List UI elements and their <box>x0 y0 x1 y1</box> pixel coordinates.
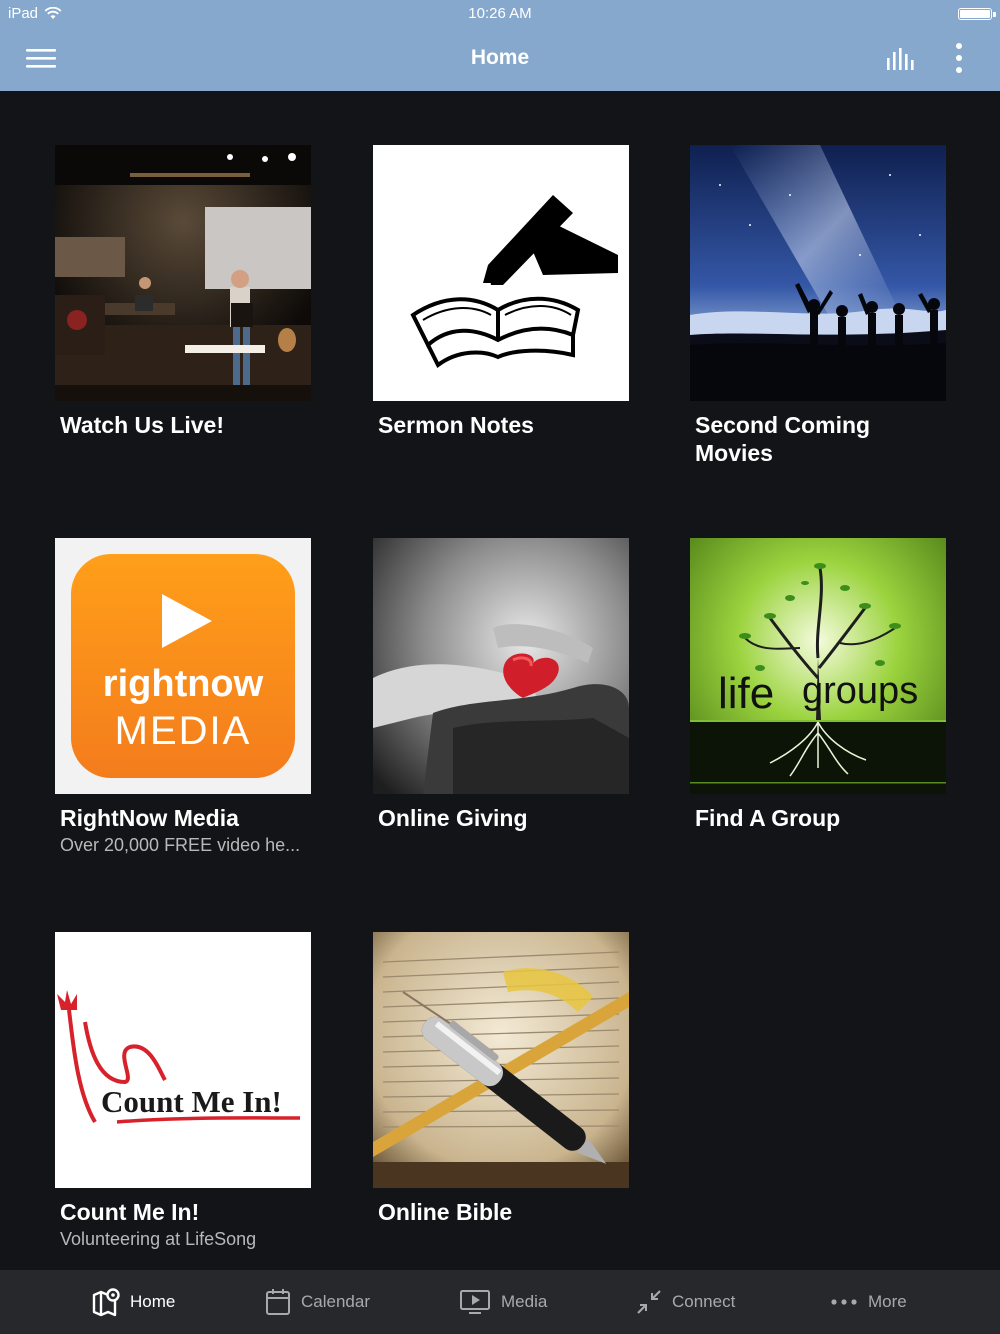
media-logo-word: MEDIA <box>115 709 252 753</box>
tab-connect[interactable]: Connect <box>636 1270 735 1334</box>
tile-subtitle: Over 20,000 FREE video he... <box>60 835 301 855</box>
tab-bar: Home Calendar Media Connect More <box>0 1270 1000 1334</box>
count-me-in-logo: Count Me In! <box>55 932 311 1188</box>
tile-second-coming-movies[interactable]: Second Coming Movies <box>690 145 946 467</box>
more-options-button[interactable] <box>948 42 970 74</box>
tile-online-bible[interactable]: Online Bible <box>373 932 629 1226</box>
count-me-in-logo-text: Count Me In! <box>101 1084 282 1119</box>
tile-sermon-notes[interactable]: Sermon Notes <box>373 145 629 439</box>
groups-logo-word: groups <box>802 670 918 712</box>
tile-find-a-group[interactable]: life groups Find A Group <box>690 538 946 832</box>
vertical-ellipsis-icon <box>956 43 962 73</box>
book-and-pen-image <box>373 145 629 401</box>
status-bar: iPad 10:26 AM <box>0 0 1000 28</box>
battery-icon <box>958 8 996 20</box>
tile-subtitle: Volunteering at LifeSong <box>60 1229 257 1249</box>
tab-home[interactable]: Home <box>92 1270 175 1334</box>
stage-photo <box>55 145 311 401</box>
tile-rightnow-media[interactable]: rightnow MEDIA RightNow Media Over 20,00… <box>55 538 311 856</box>
play-screen-icon <box>459 1289 491 1315</box>
status-time: 10:26 AM <box>468 5 532 22</box>
tab-label: Calendar <box>301 1292 370 1311</box>
calendar-icon <box>265 1288 291 1316</box>
tab-label: Home <box>130 1292 176 1311</box>
night-sky-image <box>690 145 946 401</box>
tile-title: Sermon Notes <box>378 412 534 438</box>
tile-title: Online Giving <box>378 805 528 831</box>
life-logo-word: life <box>718 669 774 718</box>
tile-watch-us-live[interactable]: Watch Us Live! <box>55 145 311 439</box>
rightnow-logo-word: rightnow <box>103 663 264 705</box>
rightnow-media-logo: rightnow MEDIA <box>55 538 311 794</box>
audio-bars-icon <box>887 48 914 70</box>
tile-title: RightNow Media <box>60 805 239 831</box>
tile-online-giving[interactable]: Online Giving <box>373 538 629 832</box>
tile-title: Watch Us Live! <box>60 412 225 438</box>
nav-bar: Home <box>0 28 1000 91</box>
tile-title: Find A Group <box>695 805 841 831</box>
page-title: Home <box>470 46 530 69</box>
bible-and-pen-image <box>373 932 629 1188</box>
tab-calendar[interactable]: Calendar <box>265 1270 370 1334</box>
tile-title: Second Coming Movies <box>695 412 871 466</box>
hands-heart-image <box>373 538 629 794</box>
tile-title: Online Bible <box>378 1199 513 1225</box>
tile-title: Count Me In! <box>60 1199 200 1225</box>
tab-more[interactable]: More <box>830 1270 907 1334</box>
collapse-arrows-icon <box>636 1289 662 1315</box>
life-groups-image: life groups <box>690 538 946 794</box>
audio-button[interactable] <box>884 46 918 74</box>
tab-media[interactable]: Media <box>459 1270 547 1334</box>
map-pin-icon <box>92 1287 120 1317</box>
horizontal-dots-icon <box>830 1297 858 1307</box>
tab-label: Connect <box>672 1292 736 1311</box>
tile-count-me-in[interactable]: Count Me In! Count Me In! Volunteering a… <box>55 932 311 1250</box>
tab-label: Media <box>501 1292 548 1311</box>
tab-label: More <box>868 1292 907 1311</box>
